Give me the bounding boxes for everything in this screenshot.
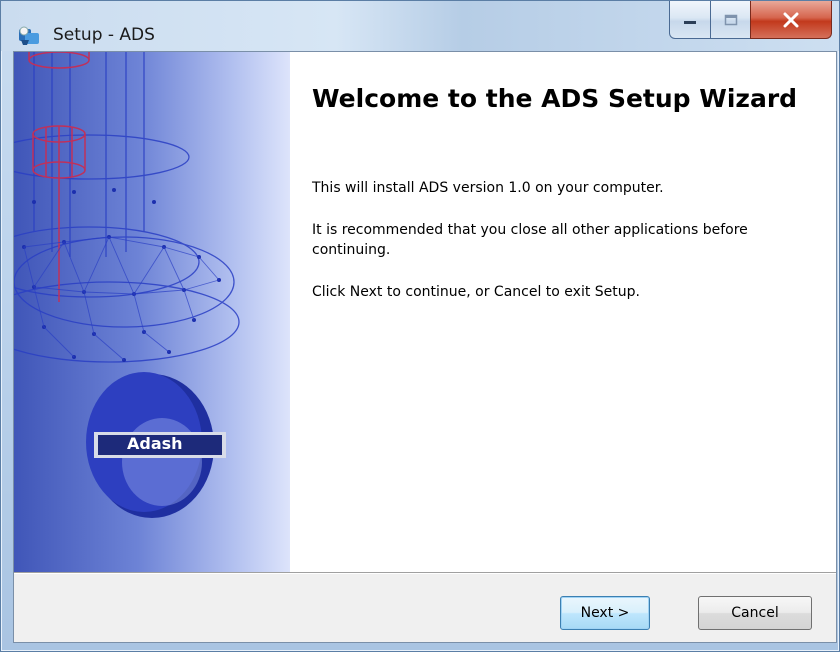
wireframe-graphic — [14, 52, 240, 518]
wizard-side-image: Adash — [14, 52, 290, 572]
window-title: Setup - ADS — [53, 25, 155, 45]
adash-logo-text: Adash — [127, 434, 183, 453]
maximize-button[interactable] — [710, 1, 751, 39]
welcome-content: Welcome to the ADS Setup Wizard This wil… — [290, 52, 836, 572]
close-button[interactable] — [750, 1, 832, 39]
footer-separator — [14, 572, 836, 574]
install-info-text: This will install ADS version 1.0 on you… — [312, 180, 664, 196]
wizard-client-area: Adash Welcome to the ADS Setup Wizard Th… — [13, 51, 837, 643]
maximize-icon — [724, 14, 737, 25]
recommendation-text: It is recommended that you close all oth… — [312, 222, 748, 258]
setup-window: Setup - ADS Adash Welcome to the ADS Set… — [0, 0, 840, 652]
instructions-text: Click Next to continue, or Cancel to exi… — [312, 284, 640, 300]
title-bar[interactable]: Setup - ADS — [1, 1, 839, 51]
next-button[interactable]: Next > — [560, 596, 650, 630]
cancel-button[interactable]: Cancel — [698, 596, 812, 630]
close-icon — [783, 12, 799, 27]
setup-app-icon[interactable] — [17, 25, 41, 47]
minimize-button[interactable] — [669, 1, 711, 39]
minimize-icon — [684, 20, 696, 24]
wizard-heading: Welcome to the ADS Setup Wizard — [312, 84, 798, 113]
